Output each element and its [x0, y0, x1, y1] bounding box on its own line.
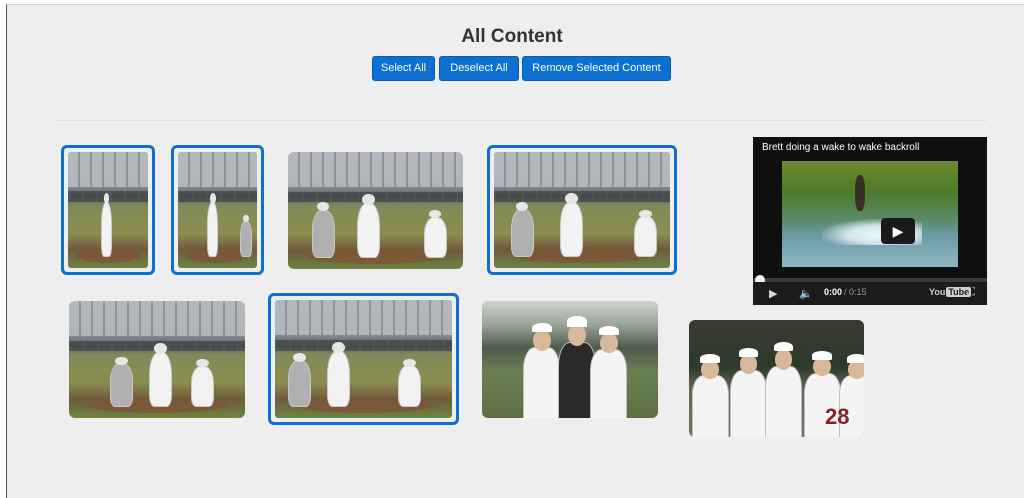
play-icon[interactable]: ▶: [769, 287, 777, 300]
deselect-all-button[interactable]: Deselect All: [439, 56, 519, 81]
gallery-item-6[interactable]: [268, 293, 459, 425]
gallery-item-4[interactable]: [487, 145, 677, 275]
gallery-item-1[interactable]: [61, 145, 155, 275]
pitcher-photo: [68, 152, 148, 268]
youtube-logo-text: You: [929, 287, 946, 297]
team-photo: 28: [689, 320, 864, 437]
select-all-button[interactable]: Select All: [372, 56, 435, 81]
pitcher-photo: [275, 300, 452, 418]
volume-icon[interactable]: 🔈: [799, 287, 813, 300]
pitcher-photo: [178, 152, 257, 268]
youtube-video-embed[interactable]: Brett doing a wake to wake backroll ▶ ▶ …: [753, 137, 987, 305]
page-title: All Content: [461, 26, 563, 47]
pitcher-photo: [69, 301, 245, 418]
youtube-logo[interactable]: You Tube: [929, 287, 972, 297]
video-frame[interactable]: ▶: [782, 161, 958, 267]
current-time: 0:00: [824, 287, 843, 297]
gallery-item-7[interactable]: [482, 301, 658, 418]
gallery-item-5[interactable]: [69, 301, 245, 418]
play-icon[interactable]: ▶: [881, 218, 915, 244]
wakeboard-rider: [855, 175, 865, 211]
fullscreen-icon[interactable]: ⛶: [967, 286, 975, 299]
coaches-photo: [482, 301, 658, 418]
gallery-item-8[interactable]: 28: [689, 320, 864, 437]
divider: [55, 120, 987, 121]
pitcher-photo: [494, 152, 670, 268]
pitcher-photo: [288, 152, 463, 269]
jersey-number: 28: [825, 404, 850, 429]
gallery-item-2[interactable]: [171, 145, 264, 275]
remove-selected-button[interactable]: Remove Selected Content: [522, 56, 671, 81]
duration: / 0:15: [844, 287, 867, 297]
player-controls: ▶ 🔈 0:00 / 0:15 You Tube ⛶: [753, 282, 987, 305]
gallery-item-3[interactable]: [288, 152, 463, 269]
video-title[interactable]: Brett doing a wake to wake backroll: [762, 142, 919, 153]
